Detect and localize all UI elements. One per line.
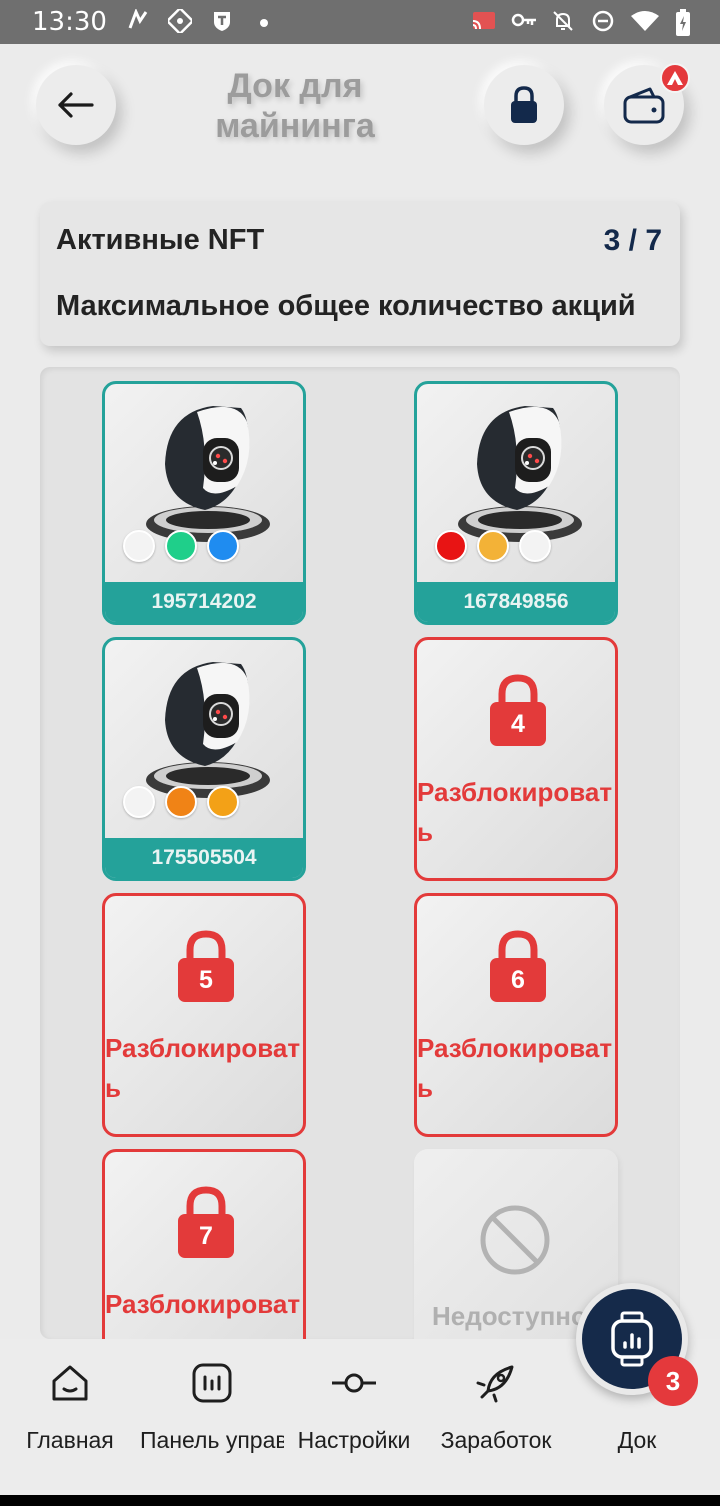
n-logo-icon [125, 8, 151, 35]
status-bar: 13:30 [0, 0, 720, 44]
nav-label: Заработок [440, 1427, 552, 1453]
back-button[interactable] [36, 65, 116, 145]
unlock-label: Разблокировать [417, 1033, 613, 1103]
system-nav-bar [0, 1495, 720, 1506]
wallet-icon [623, 87, 665, 124]
key-icon [510, 9, 536, 35]
nft-id: 175505504 [105, 838, 303, 878]
trait-dots [435, 530, 551, 562]
dashboard-icon [192, 1363, 232, 1403]
dot-icon [251, 9, 277, 35]
battery-charging-icon [670, 9, 696, 36]
active-nft-count: 3 / 7 [603, 224, 662, 257]
nav-label: Панель управления [140, 1427, 284, 1453]
slot-number: 5 [199, 966, 213, 994]
unlock-label: Разблокировать [105, 1033, 301, 1103]
locked-slot[interactable]: 6 Разблокировать [414, 893, 618, 1137]
trait-dot [165, 530, 197, 562]
arrow-left-icon [58, 92, 94, 118]
max-shares-text: Максимальное общее количество акций [56, 290, 636, 322]
active-nft-title: Активные NFT [56, 224, 265, 256]
nav-label: Главная [26, 1427, 114, 1453]
nav-settings[interactable]: Настройки [282, 1339, 426, 1495]
trait-dot [477, 530, 509, 562]
nav-dashboard[interactable]: Панель управления [140, 1339, 284, 1495]
locked-slot[interactable]: 7 Разблокировать [102, 1149, 306, 1339]
slot-lock-icon: 6 [485, 926, 551, 1006]
page-title: Док для майнинга [215, 67, 375, 145]
trait-dot [165, 786, 197, 818]
lock-icon [511, 86, 537, 123]
nft-id: 167849856 [417, 582, 615, 622]
trait-dot [123, 786, 155, 818]
status-time: 13:30 [32, 7, 107, 37]
nft-card[interactable]: 167849856 [414, 381, 618, 625]
trait-dots [123, 786, 239, 818]
rocket-icon [476, 1365, 514, 1403]
slot-lock-icon: 5 [173, 926, 239, 1006]
watch-icon [611, 1311, 653, 1367]
block-icon [480, 1205, 550, 1275]
slot-number: 7 [199, 1222, 213, 1250]
status-right-icons [470, 9, 696, 36]
nft-card[interactable]: 195714202 [102, 381, 306, 625]
t-shield-icon [209, 9, 235, 35]
image-icon [165, 6, 195, 36]
slot-number: 6 [511, 966, 525, 994]
cast-icon [470, 9, 496, 35]
bell-off-icon [550, 9, 576, 35]
avalanche-icon [660, 63, 690, 93]
nft-slot-grid: 195714202 167849856 175505504 4 Разблоки… [40, 367, 680, 1339]
nft-id: 195714202 [105, 582, 303, 622]
home-icon [52, 1365, 88, 1401]
wallet-button[interactable] [604, 63, 690, 145]
settings-icon [332, 1373, 376, 1393]
trait-dot [207, 530, 239, 562]
trait-dot [435, 530, 467, 562]
active-nft-card: Активные NFT 3 / 7 Максимальное общее ко… [40, 202, 680, 346]
header: Док для майнинга [0, 44, 720, 194]
nav-earnings[interactable]: Заработок [424, 1339, 568, 1495]
slot-lock-icon: 4 [485, 670, 551, 750]
slot-number: 4 [511, 710, 525, 738]
lock-button[interactable] [484, 65, 564, 145]
trait-dots [123, 530, 239, 562]
nav-label: Настройки [297, 1427, 411, 1453]
slot-lock-icon: 7 [173, 1182, 239, 1262]
dock-badge: 3 [648, 1356, 698, 1406]
locked-slot[interactable]: 5 Разблокировать [102, 893, 306, 1137]
trait-dot [519, 530, 551, 562]
wifi-icon [630, 9, 659, 35]
locked-slot[interactable]: 4 Разблокировать [414, 637, 618, 881]
trait-dot [123, 530, 155, 562]
dnd-icon [590, 9, 616, 35]
unlock-label: Разблокировать [105, 1289, 301, 1339]
status-left-icons [125, 6, 277, 36]
nft-card[interactable]: 175505504 [102, 637, 306, 881]
nav-home[interactable]: Главная [0, 1339, 142, 1495]
trait-dot [207, 786, 239, 818]
nav-label: Док [617, 1427, 657, 1453]
unlock-label: Разблокировать [417, 777, 613, 847]
